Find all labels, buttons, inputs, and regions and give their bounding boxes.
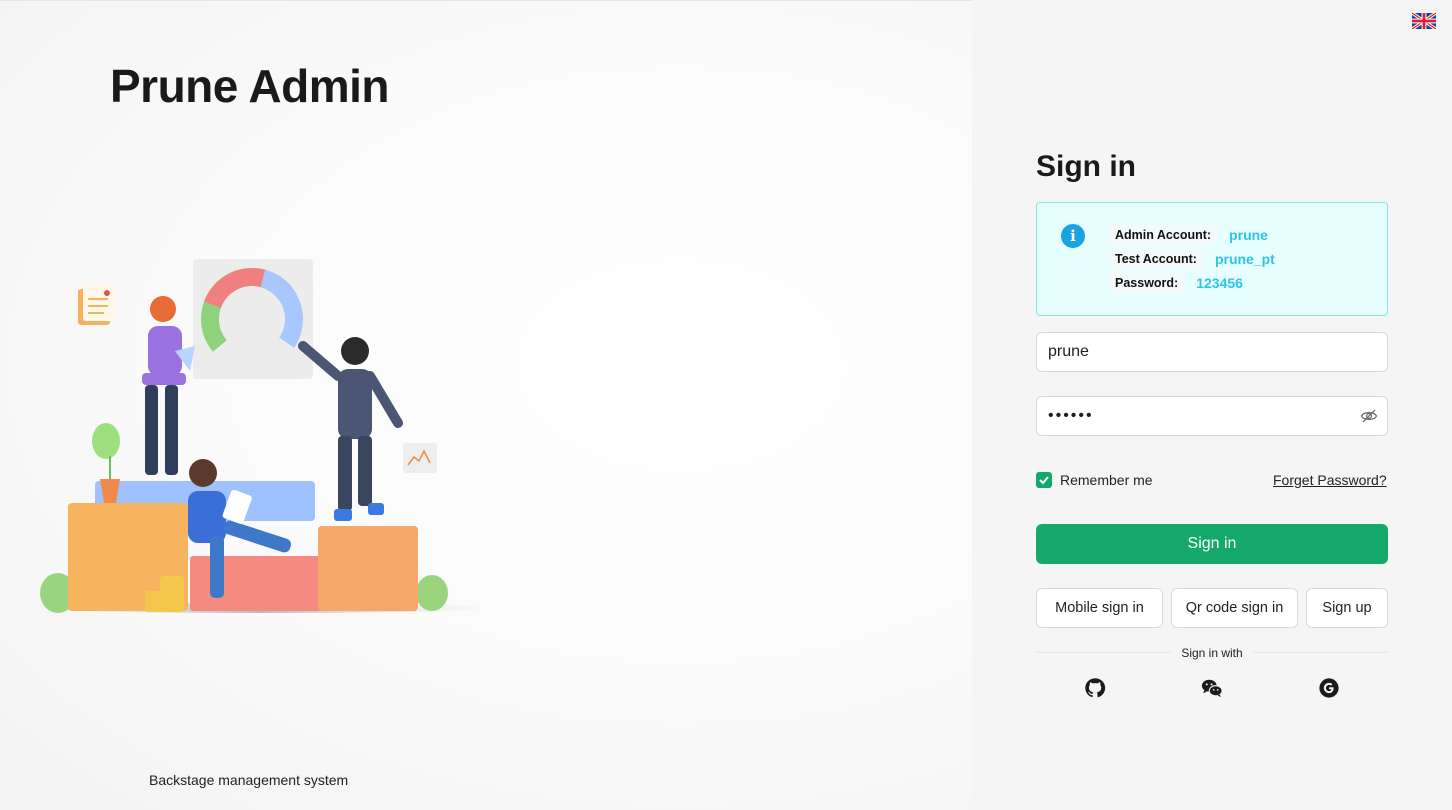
wechat-icon[interactable] [1201,677,1223,699]
sign-in-with-divider: Sign in with [1036,644,1388,662]
info-row-admin: Admin Account: prune [1109,224,1268,246]
forget-password-link[interactable]: Forget Password? [1273,472,1387,488]
brand-panel: Prune Admin Backstage management system [0,0,972,810]
info-value: prune [1229,227,1268,243]
info-value: prune_pt [1214,251,1275,267]
team-analytics-illustration [25,259,495,613]
signin-title: Sign in [1036,150,1136,183]
mobile-signin-button[interactable]: Mobile sign in [1036,588,1163,628]
info-row-password: Password: 123456 [1109,272,1243,294]
username-input[interactable] [1036,332,1388,372]
info-label: Test Account: [1109,249,1203,269]
remember-me-label: Remember me [1060,472,1153,488]
account-info-alert: i Admin Account: prune Test Account: pru… [1036,202,1388,316]
info-label: Admin Account: [1109,225,1218,245]
signup-button[interactable]: Sign up [1306,588,1388,628]
github-icon[interactable] [1084,677,1106,699]
google-icon[interactable] [1318,677,1340,699]
info-value: 123456 [1196,275,1243,291]
uk-flag-language-icon[interactable] [1412,13,1436,29]
qr-code-signin-button[interactable]: Qr code sign in [1171,588,1298,628]
signin-button[interactable]: Sign in [1036,524,1388,564]
checkbox-checked-icon[interactable] [1036,472,1052,488]
password-input[interactable] [1036,396,1388,436]
sign-in-with-label: Sign in with [1171,646,1253,660]
info-row-test: Test Account: prune_pt [1109,248,1275,270]
info-icon: i [1061,224,1085,248]
brand-title: Prune Admin [110,60,390,112]
system-subtitle: Backstage management system [149,772,349,788]
info-label: Password: [1109,273,1185,293]
remember-me-checkbox[interactable]: Remember me [1036,472,1153,488]
password-field [1036,396,1388,436]
eye-off-icon[interactable] [1360,407,1378,425]
